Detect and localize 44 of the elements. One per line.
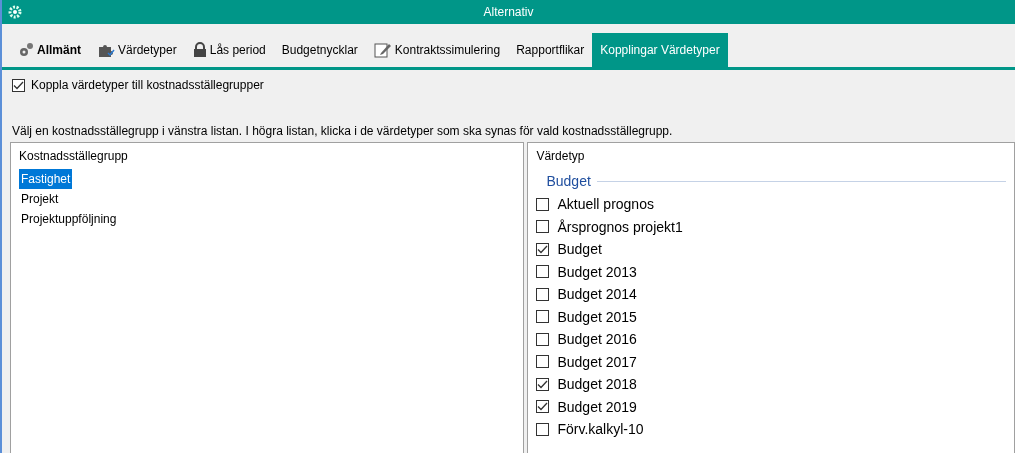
- instruction-text: Välj en kostnadsställegrupp i vänstra listan. I högra listan, klicka i de värdetyper som ska synas för vald kostnadsställegrupp.: [11, 123, 674, 140]
- checkbox-label: Koppla värdetyper till kostnadsställegrupper: [31, 78, 264, 92]
- checkbox-label: Budget 2013: [557, 263, 637, 280]
- lock-icon: [192, 42, 207, 58]
- group-label: Budget: [546, 173, 591, 189]
- checkbox[interactable]: [536, 332, 550, 346]
- checkbox[interactable]: [536, 310, 550, 324]
- list-item[interactable]: Fastighet: [19, 169, 73, 189]
- checkbox-label: Budget 2016: [557, 331, 637, 348]
- tab[interactable]: Kontraktssimulering: [365, 33, 509, 67]
- checkbox-label: Årsprognos projekt1: [557, 218, 683, 235]
- tab[interactable]: Kopplingar Värdetyper: [592, 33, 728, 67]
- tab[interactable]: Allmänt: [10, 33, 89, 67]
- list-item[interactable]: Projektuppföljning: [19, 209, 119, 229]
- gear-icon: [8, 5, 22, 19]
- list-item[interactable]: Projekt: [19, 189, 61, 209]
- checkbox-label: Budget 2015: [557, 308, 637, 325]
- edit-icon: [373, 42, 392, 58]
- tab[interactable]: Rapportflikar: [508, 33, 593, 67]
- checkbox-label: Budget 2019: [557, 398, 637, 415]
- checkbox[interactable]: [536, 400, 550, 414]
- checkbox[interactable]: [536, 242, 550, 256]
- tab[interactable]: Lås period: [184, 33, 274, 67]
- tab[interactable]: Värdetyper: [89, 33, 185, 67]
- checkbox[interactable]: [536, 422, 550, 436]
- checkbox[interactable]: [536, 377, 550, 391]
- checkbox[interactable]: [12, 78, 25, 92]
- gears-icon: [18, 42, 34, 58]
- checkbox-label: Budget 2017: [557, 353, 637, 370]
- checkbox-label: Budget 2014: [557, 286, 637, 303]
- checkbox-label: Aktuell prognos: [557, 196, 654, 213]
- checkbox-label: Budget: [557, 241, 602, 258]
- puzzle-icon: [97, 42, 115, 58]
- checkbox[interactable]: [536, 220, 550, 234]
- column-header: Kostnadsställegrupp: [19, 149, 128, 163]
- window-title: Alternativ: [482, 5, 535, 19]
- column-header: Värdetyp: [536, 149, 585, 163]
- checkbox[interactable]: [536, 197, 550, 211]
- checkbox[interactable]: [536, 265, 550, 279]
- checkbox-label: Förv.kalkyl-10: [557, 421, 644, 438]
- checkbox[interactable]: [536, 287, 550, 301]
- checkbox-label: Budget 2018: [557, 376, 637, 393]
- checkbox[interactable]: [536, 355, 550, 369]
- tab[interactable]: Budgetnycklar: [273, 33, 366, 67]
